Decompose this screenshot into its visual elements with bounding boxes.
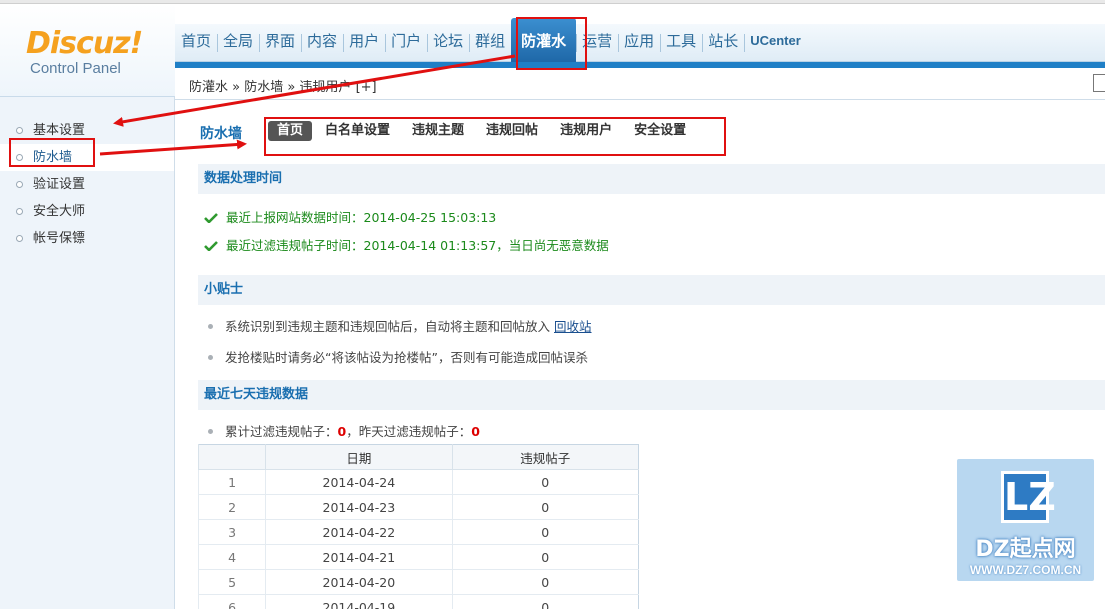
status-line-filter-time: 最近过滤违规帖子时间：2014-04-14 01:13:57，当日尚无恶意数据 [204, 235, 609, 254]
bullet-icon [16, 208, 23, 215]
table-row: 1 2014-04-24 0 [197, 469, 639, 495]
total-filtered-count: 0 [337, 424, 347, 439]
nav-anti-spam[interactable]: 防灌水 [511, 18, 577, 62]
nav-style[interactable]: 界面 [259, 24, 301, 62]
bullet-icon [208, 429, 213, 434]
sidebar-item-basic[interactable]: 基本设置 [0, 117, 174, 144]
nav-content[interactable]: 内容 [301, 24, 343, 62]
nav-apps[interactable]: 应用 [618, 24, 660, 62]
sidebar-item-label: 安全大师 [33, 204, 86, 219]
stats-summary: 累计过滤违规帖子：0，昨天过滤违规帖子：0 [208, 421, 480, 440]
sidebar-item-label: 防水墙 [33, 150, 73, 165]
logo[interactable]: Discuz! Control Panel [0, 4, 175, 96]
sidebar: 基本设置 防水墙 验证设置 安全大师 帐号保镖 [0, 96, 175, 609]
table-row: 5 2014-04-20 0 [197, 569, 639, 595]
table-row: 2 2014-04-23 0 [197, 494, 639, 520]
watermark-logo: LZ [1001, 471, 1056, 523]
section-title-processing-time: 数据处理时间 [198, 164, 1105, 194]
sidebar-item-label: 验证设置 [33, 177, 86, 192]
breadcrumb-text[interactable]: 防灌水 » 防水墙 » 违规用户 [+] [189, 76, 377, 95]
nav-group[interactable]: 群组 [469, 24, 511, 62]
table-row: 4 2014-04-21 0 [197, 544, 639, 570]
nav-ucenter[interactable]: UCenter [744, 24, 807, 62]
nav-tools[interactable]: 工具 [660, 24, 702, 62]
search-box-edge[interactable] [1093, 74, 1105, 92]
bullet-icon [16, 154, 23, 161]
tab-security-settings[interactable]: 安全设置 [625, 121, 695, 141]
breadcrumb: 防灌水 » 防水墙 » 违规用户 [+] [175, 68, 1105, 100]
tab-violating-replies[interactable]: 违规回帖 [477, 121, 547, 141]
checkmark-icon [204, 241, 218, 251]
nav-forum[interactable]: 论坛 [427, 24, 469, 62]
nav-global[interactable]: 全局 [217, 24, 259, 62]
watermark-name: DZ起点网 [975, 537, 1076, 562]
sidebar-item-label: 帐号保镖 [33, 231, 86, 246]
yesterday-filtered-count: 0 [471, 424, 480, 439]
section-title-weekly-stats: 最近七天违规数据 [198, 380, 1105, 410]
nav-founder[interactable]: 站长 [702, 24, 744, 62]
bullet-icon [208, 324, 213, 329]
tab-violating-threads[interactable]: 违规主题 [403, 121, 473, 141]
top-nav: 首页 全局 界面 内容 用户 门户 论坛 群组 防灌水 运营 应用 工具 站长 … [175, 18, 1105, 62]
bullet-icon [208, 355, 213, 360]
section-title-tips: 小贴士 [198, 275, 1105, 305]
logo-subtitle: Control Panel [30, 60, 121, 77]
table-header-row: 日期 违规帖子 [197, 444, 639, 470]
checkmark-icon [204, 213, 218, 223]
sidebar-item-security-master[interactable]: 安全大师 [0, 198, 174, 225]
watermark-url: WWW.DZ7.COM.CN [969, 563, 1082, 577]
tip-recycle-bin: 系统识别到违规主题和违规回帖后，自动将主题和回帖放入 回收站 [208, 316, 592, 335]
nav-portal[interactable]: 门户 [385, 24, 427, 62]
nav-user[interactable]: 用户 [343, 24, 385, 62]
watermark: LZ DZ起点网 WWW.DZ7.COM.CN [957, 459, 1094, 581]
sidebar-item-label: 基本设置 [33, 123, 86, 138]
tip-rush-floor: 发抢楼贴时请务必“将该帖设为抢楼帖”，否则有可能造成回帖误杀 [208, 347, 588, 366]
bullet-icon [16, 127, 23, 134]
logo-wordmark: Discuz! [26, 26, 143, 61]
column-header-index [197, 444, 266, 470]
weekly-stats-table: 日期 违规帖子 1 2014-04-24 0 2 2014-04-23 0 3 2014-… [197, 444, 639, 609]
nav-home[interactable]: 首页 [175, 24, 217, 62]
page-title: 防水墙 [200, 126, 242, 142]
table-row: 3 2014-04-22 0 [197, 519, 639, 545]
status-line-report-time: 最近上报网站数据时间：2014-04-25 15:03:13 [204, 207, 496, 226]
column-header-count: 违规帖子 [451, 444, 639, 470]
sub-tabs: 首页 白名单设置 违规主题 违规回帖 违规用户 安全设置 [268, 121, 699, 141]
sidebar-item-firewall[interactable]: 防水墙 [0, 144, 174, 171]
table-row: 6 2014-04-19 0 [197, 594, 639, 609]
recycle-bin-link[interactable]: 回收站 [554, 319, 592, 334]
bullet-icon [16, 235, 23, 242]
tab-whitelist[interactable]: 白名单设置 [316, 121, 399, 141]
bullet-icon [16, 181, 23, 188]
tab-home[interactable]: 首页 [268, 121, 313, 141]
column-header-date: 日期 [265, 444, 453, 470]
nav-operation[interactable]: 运营 [576, 24, 618, 62]
tab-violating-users[interactable]: 违规用户 [551, 121, 621, 141]
sidebar-item-account-guard[interactable]: 帐号保镖 [0, 225, 174, 252]
sidebar-item-verification[interactable]: 验证设置 [0, 171, 174, 198]
